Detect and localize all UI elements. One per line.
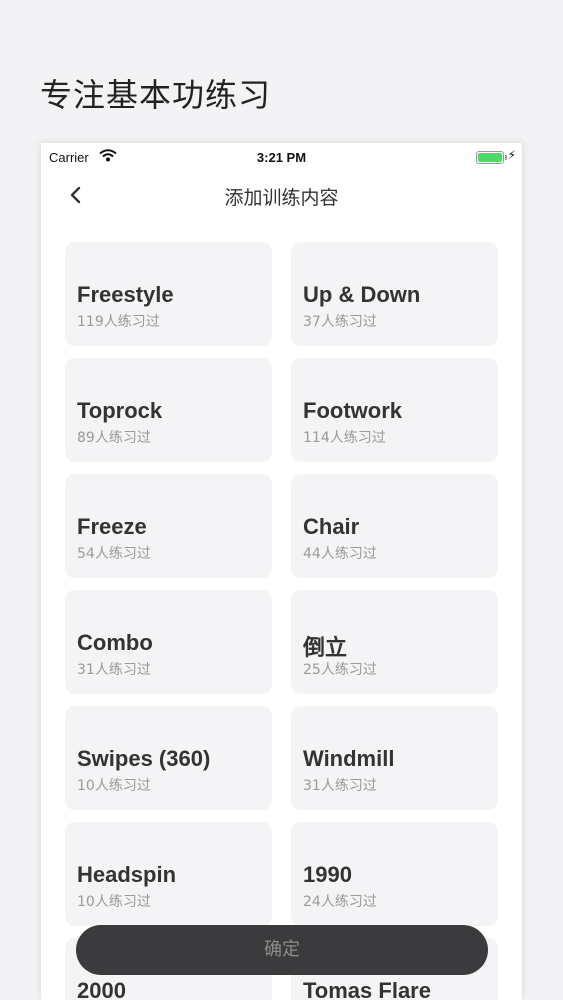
- phone-screen: Carrier 3:21 PM ⚡ 添加训练内容 Freestyle 119人练习…: [41, 143, 522, 1000]
- move-count: 31人练习过: [77, 662, 151, 678]
- move-count: 10人练习过: [77, 778, 151, 794]
- move-name: Freestyle: [77, 282, 174, 307]
- move-name: Toprock: [77, 398, 163, 423]
- move-card[interactable]: Freestyle 119人练习过: [65, 242, 272, 346]
- move-card[interactable]: Combo 31人练习过: [65, 590, 272, 694]
- move-name: Freeze: [77, 514, 147, 539]
- move-count: 114人练习过: [303, 430, 386, 446]
- move-name: Combo: [77, 630, 153, 655]
- move-card[interactable]: 1990 24人练习过: [291, 822, 498, 926]
- move-name: 倒立: [303, 635, 348, 660]
- move-count: 54人练习过: [77, 546, 151, 562]
- move-card[interactable]: Chair 44人练习过: [291, 474, 498, 578]
- move-card[interactable]: Toprock 89人练习过: [65, 358, 272, 462]
- move-card[interactable]: Up & Down 37人练习过: [291, 242, 498, 346]
- move-count: 44人练习过: [303, 546, 377, 562]
- move-name: Headspin: [77, 862, 177, 887]
- nav-bar: 添加训练内容: [41, 173, 522, 217]
- battery-icon: [476, 151, 507, 164]
- promo-title: 专注基本功练习: [40, 76, 272, 114]
- move-count: 10人练习过: [77, 894, 151, 910]
- move-name: Swipes (360): [77, 746, 211, 771]
- status-time: 3:21 PM: [256, 150, 307, 165]
- charging-bolt-icon: ⚡: [507, 148, 516, 162]
- move-name: Chair: [303, 514, 360, 539]
- move-name: Windmill: [303, 746, 395, 771]
- move-count: 119人练习过: [77, 314, 160, 330]
- move-card[interactable]: Headspin 10人练习过: [65, 822, 272, 926]
- nav-title: 添加训练内容: [224, 187, 339, 209]
- move-count: 24人练习过: [303, 894, 377, 910]
- move-card[interactable]: Footwork 114人练习过: [291, 358, 498, 462]
- move-count: 31人练习过: [303, 778, 377, 794]
- status-bar: Carrier 3:21 PM ⚡: [41, 143, 522, 169]
- move-count: 25人练习过: [303, 662, 377, 678]
- confirm-button[interactable]: 确定: [76, 925, 488, 975]
- move-card[interactable]: 倒立 25人练习过: [291, 590, 498, 694]
- move-count: 89人练习过: [77, 430, 151, 446]
- move-grid: Freestyle 119人练习过 Up & Down 37人练习过 Toprock…: [65, 242, 498, 1000]
- move-card[interactable]: Windmill 31人练习过: [291, 706, 498, 810]
- move-name: 1990: [303, 862, 352, 887]
- move-name: Footwork: [303, 398, 402, 423]
- move-card[interactable]: Swipes (360) 10人练习过: [65, 706, 272, 810]
- move-name: Up & Down: [303, 282, 421, 307]
- move-name: 2000: [77, 978, 126, 1000]
- move-count: 37人练习过: [303, 314, 377, 330]
- move-card[interactable]: Freeze 54人练习过: [65, 474, 272, 578]
- move-name: Tomas Flare: [303, 978, 431, 1000]
